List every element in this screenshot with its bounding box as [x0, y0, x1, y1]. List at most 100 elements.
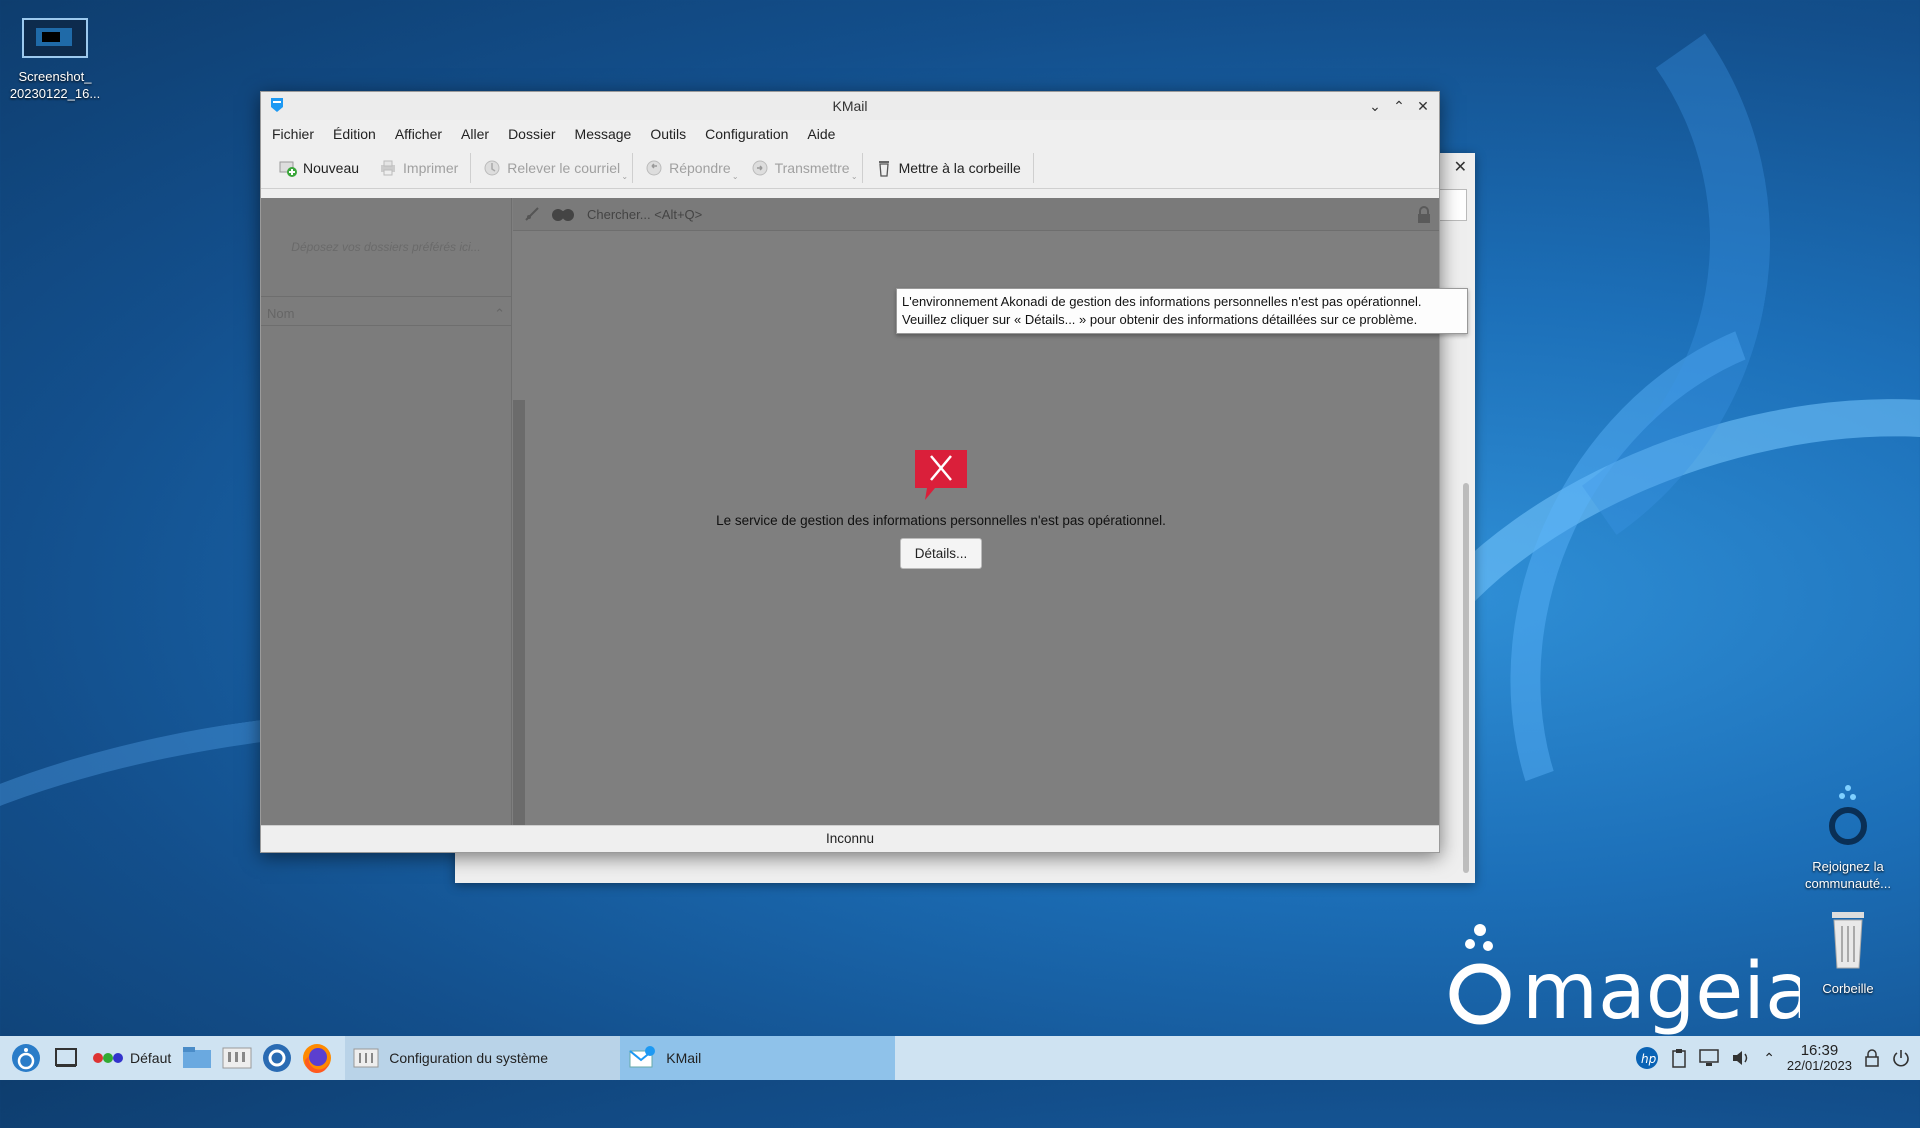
filter-icon[interactable]: [523, 205, 541, 223]
desktop-icon-label: communauté...: [1805, 876, 1891, 891]
clipboard-icon[interactable]: [1671, 1048, 1687, 1068]
hp-printer-icon[interactable]: hp: [1635, 1046, 1659, 1070]
mageia-logo: mageia: [1440, 920, 1813, 1040]
menu-edition[interactable]: Édition: [326, 126, 388, 142]
settings-icon: [222, 1047, 252, 1069]
quick-search-bar: Chercher... <Alt+Q>: [513, 198, 1439, 231]
folder-column-header[interactable]: Nom ⌃: [261, 302, 511, 326]
trash-icon: [1793, 910, 1903, 974]
task-label: KMail: [666, 1050, 702, 1066]
show-desktop-button[interactable]: [46, 1038, 86, 1078]
dropdown-arrow-icon: ⌄: [850, 172, 858, 181]
forward-icon: [752, 160, 768, 176]
error-message: Le service de gestion des informations p…: [716, 513, 1166, 528]
launcher-firefox[interactable]: [297, 1038, 337, 1078]
gear-icon: [263, 1044, 292, 1072]
details-button[interactable]: Détails...: [899, 538, 983, 569]
status-filter-icon[interactable]: [551, 206, 575, 222]
tooltip-line: L'environnement Akonadi de gestion des i…: [902, 294, 1422, 309]
scrollbar[interactable]: [1463, 483, 1469, 873]
task-label: Configuration du système: [389, 1050, 549, 1066]
toolbar-separator: [632, 153, 634, 183]
application-launcher[interactable]: [6, 1038, 46, 1078]
reply-button[interactable]: Répondre ⌄: [635, 153, 741, 183]
menu-message[interactable]: Message: [568, 126, 644, 142]
launcher-discover[interactable]: [257, 1038, 297, 1078]
favorites-placeholder: Déposez vos dossiers préférés ici...: [291, 240, 481, 254]
task-system-settings[interactable]: Configuration du système: [345, 1036, 621, 1080]
desktop-icon-label: 20230122_16...: [9, 86, 101, 101]
lock-icon[interactable]: [1417, 206, 1431, 224]
clock-date: 22/01/2023: [1786, 1058, 1852, 1073]
desktop-icon-screenshot[interactable]: Screenshot_ 20230122_16...: [0, 18, 110, 102]
firefox-icon: [303, 1044, 332, 1074]
activity-dots-icon: [93, 1053, 123, 1063]
toolbar-separator: [470, 153, 472, 183]
network-icon[interactable]: [1699, 1049, 1719, 1067]
menu-aller[interactable]: Aller: [454, 126, 501, 142]
toolbar-separator: [1032, 153, 1034, 183]
menu-afficher[interactable]: Afficher: [388, 126, 454, 142]
dropdown-arrow-icon: ⌄: [621, 172, 629, 181]
menu-configuration[interactable]: Configuration: [698, 126, 800, 142]
new-message-label: Nouveau: [303, 160, 360, 176]
forward-button[interactable]: Transmettre ⌄: [741, 153, 860, 183]
desktop-icon-community[interactable]: Rejoignez la communauté...: [1793, 782, 1903, 892]
move-to-trash-label: Mettre à la corbeille: [898, 160, 1021, 176]
clock-time: 16:39: [1800, 1042, 1839, 1059]
desktop-icon-label: Screenshot_: [18, 69, 92, 84]
lock-screen-icon[interactable]: [1864, 1048, 1880, 1068]
desktop-icon-label: Corbeille: [1822, 981, 1874, 996]
check-mail-label: Relever le courriel: [507, 160, 621, 176]
check-mail-icon: [484, 160, 500, 176]
svg-text:hp: hp: [1641, 1052, 1657, 1066]
error-icon: [915, 450, 967, 500]
system-tray: hp ⌃ 16:39 22/01/2023: [1635, 1036, 1920, 1080]
kmail-window: KMail ⌄ ⌃ ✕ Fichier Édition Afficher All…: [260, 91, 1440, 853]
folder-pane: Déposez vos dossiers préférés ici... Nom…: [261, 198, 512, 826]
power-icon[interactable]: [1892, 1049, 1910, 1067]
mageia-launcher-icon: [12, 1044, 40, 1072]
print-button[interactable]: Imprimer: [369, 153, 468, 183]
main-toolbar: Nouveau Imprimer Relever le courriel ⌄ R…: [261, 148, 1439, 189]
move-to-trash-button[interactable]: Mettre à la corbeille: [865, 153, 1031, 183]
clock[interactable]: 16:39 22/01/2023: [1787, 1043, 1852, 1073]
mageia-community-icon: [1793, 782, 1903, 852]
desktop-icon: [55, 1048, 77, 1067]
menu-fichier[interactable]: Fichier: [265, 126, 326, 142]
minimize-icon[interactable]: ⌄: [1365, 96, 1385, 116]
trash-icon: [878, 161, 889, 177]
menu-aide[interactable]: Aide: [800, 126, 847, 142]
close-icon[interactable]: ✕: [1454, 157, 1467, 177]
search-input[interactable]: Chercher... <Alt+Q>: [587, 207, 702, 222]
menu-dossier[interactable]: Dossier: [501, 126, 567, 142]
kmail-icon: [629, 1046, 656, 1068]
tooltip-line: Veuillez cliquer sur « Détails... » pour…: [902, 312, 1418, 327]
maximize-icon[interactable]: ⌃: [1389, 96, 1409, 116]
svg-text:mageia: mageia: [1522, 947, 1800, 1037]
akonadi-tooltip: L'environnement Akonadi de gestion des i…: [896, 288, 1468, 334]
status-bar: Inconnu: [261, 825, 1439, 852]
new-message-button[interactable]: Nouveau: [269, 153, 369, 183]
launcher-system-settings[interactable]: [217, 1038, 257, 1078]
task-kmail[interactable]: KMail: [620, 1036, 896, 1080]
forward-label: Transmettre: [774, 160, 850, 176]
launcher-file-manager[interactable]: [177, 1038, 217, 1078]
message-list-scrollbar[interactable]: [513, 400, 525, 826]
check-mail-button[interactable]: Relever le courriel ⌄: [473, 153, 630, 183]
printer-icon: [381, 160, 396, 176]
reply-icon: [646, 160, 662, 176]
toolbar-separator: [861, 153, 863, 183]
menu-outils[interactable]: Outils: [643, 126, 698, 142]
volume-icon[interactable]: [1731, 1049, 1751, 1067]
desktop-icon-trash[interactable]: Corbeille: [1793, 910, 1903, 997]
settings-icon: [353, 1048, 379, 1068]
close-icon[interactable]: ✕: [1413, 96, 1433, 116]
window-title: KMail: [832, 98, 868, 114]
favorite-folders-dropzone[interactable]: Déposez vos dossiers préférés ici...: [261, 198, 511, 297]
folder-icon: [183, 1047, 212, 1068]
chevron-up-icon[interactable]: ⌃: [1763, 1050, 1775, 1067]
print-label: Imprimer: [403, 160, 459, 176]
title-bar[interactable]: KMail ⌄ ⌃ ✕: [261, 92, 1439, 120]
activity-switcher[interactable]: Défaut: [86, 1036, 177, 1080]
